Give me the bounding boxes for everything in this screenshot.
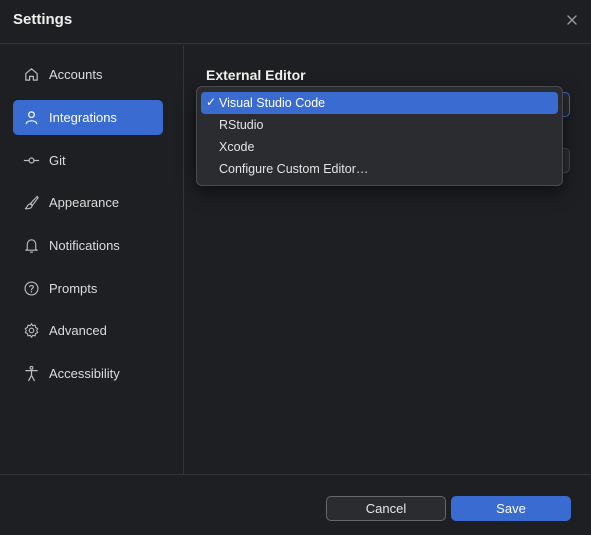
sidebar-item-accounts[interactable]: Accounts xyxy=(13,57,163,92)
sidebar-item-advanced[interactable]: Advanced xyxy=(13,313,163,348)
external-editor-heading: External Editor xyxy=(206,67,306,83)
close-button[interactable] xyxy=(563,11,581,29)
sidebar-item-label: Integrations xyxy=(49,110,117,125)
sidebar-item-prompts[interactable]: Prompts xyxy=(13,271,163,306)
dropdown-option-configure-custom-editor[interactable]: Configure Custom Editor… xyxy=(201,158,558,180)
sidebar-item-label: Accounts xyxy=(49,67,103,82)
dropdown-option-visual-studio-code[interactable]: ✓ Visual Studio Code xyxy=(201,92,558,114)
bell-icon xyxy=(22,237,40,255)
sidebar-item-git[interactable]: Git xyxy=(13,143,163,178)
git-commit-icon xyxy=(22,152,40,170)
checkmark-icon: ✓ xyxy=(206,95,217,109)
footer: Cancel Save xyxy=(0,474,591,535)
person-icon xyxy=(22,109,40,127)
sidebar-item-accessibility[interactable]: Accessibility xyxy=(13,356,163,391)
dropdown-option-label: Xcode xyxy=(219,140,255,154)
sidebar-item-label: Notifications xyxy=(49,238,120,253)
cancel-button[interactable]: Cancel xyxy=(326,496,446,521)
dropdown-option-label: Visual Studio Code xyxy=(219,96,326,110)
title-bar: Settings xyxy=(0,0,591,44)
sidebar-item-notifications[interactable]: Notifications xyxy=(13,228,163,263)
sidebar-item-label: Git xyxy=(49,153,66,168)
dropdown-option-rstudio[interactable]: RStudio xyxy=(201,114,558,136)
window-title: Settings xyxy=(13,11,73,28)
dropdown-option-label: RStudio xyxy=(219,118,264,132)
save-button[interactable]: Save xyxy=(451,496,571,521)
accessibility-icon xyxy=(22,365,40,383)
close-icon xyxy=(567,15,577,25)
sidebar-item-integrations[interactable]: Integrations xyxy=(13,100,163,135)
dropdown-option-xcode[interactable]: Xcode xyxy=(201,136,558,158)
brush-icon xyxy=(22,194,40,212)
sidebar: Accounts Integrations Git Appearance Not xyxy=(0,45,184,474)
sidebar-item-label: Advanced xyxy=(49,323,107,338)
settings-window: Settings Accounts Integrations Git Appea… xyxy=(0,0,591,535)
dropdown-option-label: Configure Custom Editor… xyxy=(219,162,369,176)
sidebar-item-label: Accessibility xyxy=(49,366,120,381)
question-circle-icon xyxy=(22,280,40,298)
gear-icon xyxy=(22,322,40,340)
sidebar-item-appearance[interactable]: Appearance xyxy=(13,185,163,220)
home-icon xyxy=(22,66,40,84)
sidebar-item-label: Appearance xyxy=(49,195,120,210)
sidebar-item-label: Prompts xyxy=(49,281,98,296)
editor-dropdown-menu: ✓ Visual Studio Code RStudio Xcode Confi… xyxy=(196,86,563,186)
